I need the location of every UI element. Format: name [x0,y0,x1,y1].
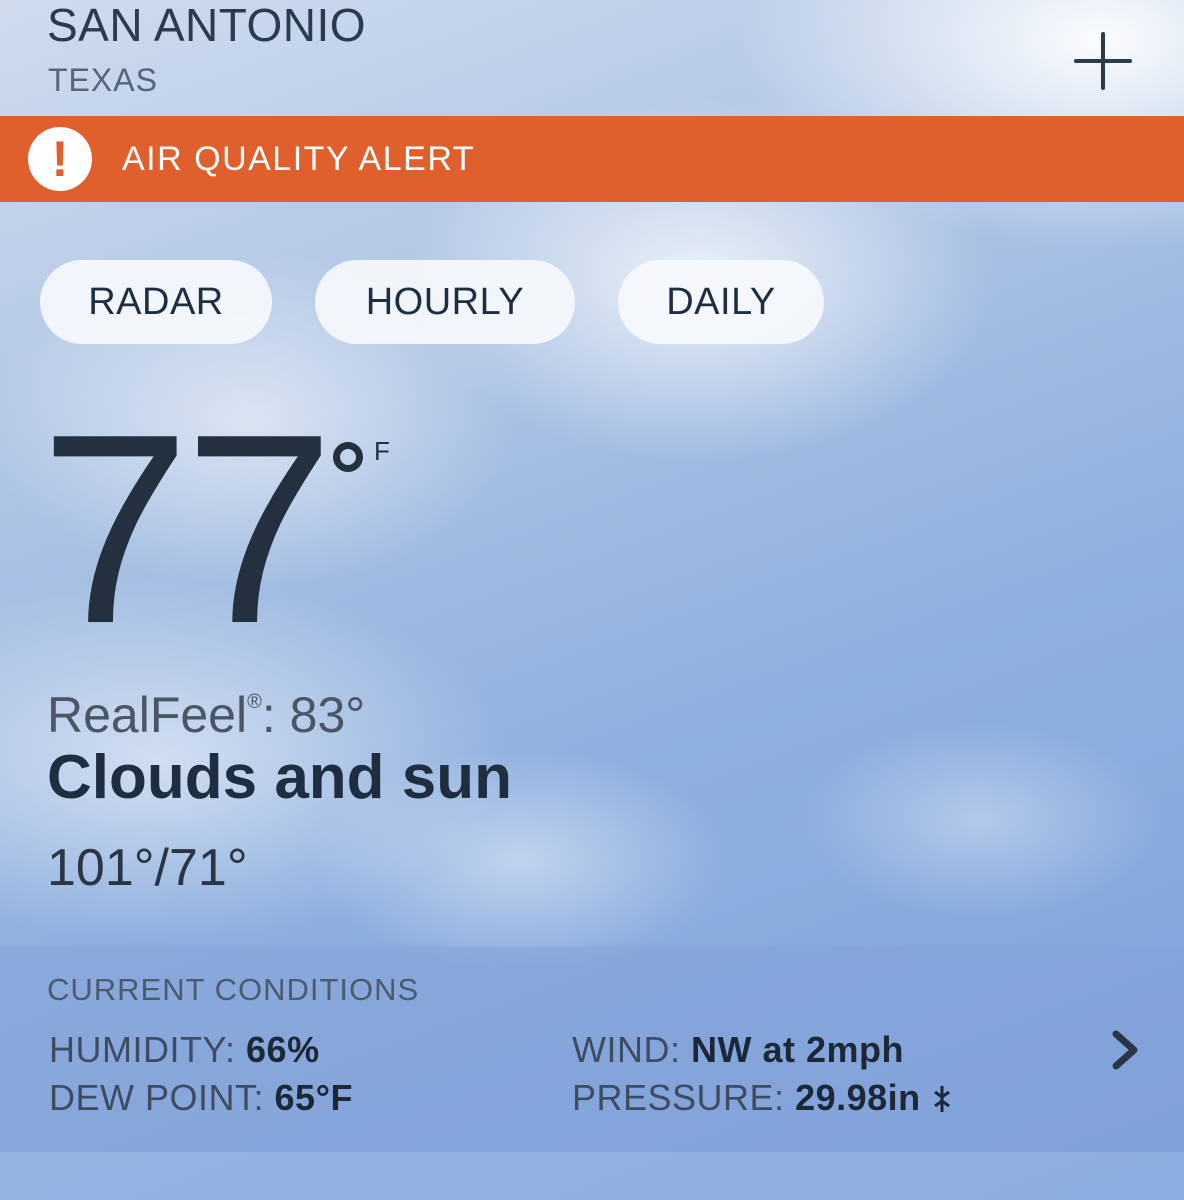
pressure-label: PRESSURE: [572,1077,785,1118]
pressure-value: 29.98in [795,1077,921,1118]
wind-value: NW at 2mph [691,1029,905,1070]
bottom-divider [0,1152,1184,1200]
exclamation-icon: ! [28,127,92,191]
tab-daily[interactable]: DAILY [618,260,824,344]
humidity-value: 66% [246,1029,320,1070]
weather-phrase: Clouds and sun [47,743,512,812]
degree-icon [333,442,363,472]
alert-text: AIR QUALITY ALERT [122,140,476,178]
location-header: SAN ANTONIO TEXAS [0,0,1184,116]
dew-point-row: DEW POINT: 65°F [49,1076,353,1120]
high-low-temperature: 101°/71° [47,839,248,897]
air-quality-alert-banner[interactable]: ! AIR QUALITY ALERT [0,116,1184,202]
add-location-button[interactable] [1072,30,1134,92]
temperature-unit: F [374,436,390,466]
realfeel-value: : 83° [261,687,366,743]
pressure-row: PRESSURE: 29.98in [572,1076,953,1120]
city-name: SAN ANTONIO [47,0,367,51]
registered-mark: ® [247,691,262,713]
tab-hourly[interactable]: HOURLY [315,260,575,344]
current-conditions-panel[interactable]: CURRENT CONDITIONS HUMIDITY: 66% DEW POI… [0,946,1184,1152]
humidity-label: HUMIDITY: [49,1029,236,1070]
tab-radar[interactable]: RADAR [40,260,272,344]
wind-label: WIND: [572,1029,681,1070]
conditions-title: CURRENT CONDITIONS [47,972,420,1007]
humidity-row: HUMIDITY: 66% [49,1028,320,1072]
state-name: TEXAS [48,62,158,98]
dew-point-label: DEW POINT: [49,1077,265,1118]
wind-row: WIND: NW at 2mph [572,1028,904,1072]
pressure-steady-icon [934,1086,951,1112]
plus-icon [1074,32,1132,90]
realfeel-temperature: RealFeel®: 83° [47,672,365,745]
realfeel-label: RealFeel [47,687,248,743]
dew-point-value: 65°F [274,1077,353,1118]
chevron-right-icon[interactable] [1108,1028,1144,1072]
current-temperature: 77 [40,379,334,680]
